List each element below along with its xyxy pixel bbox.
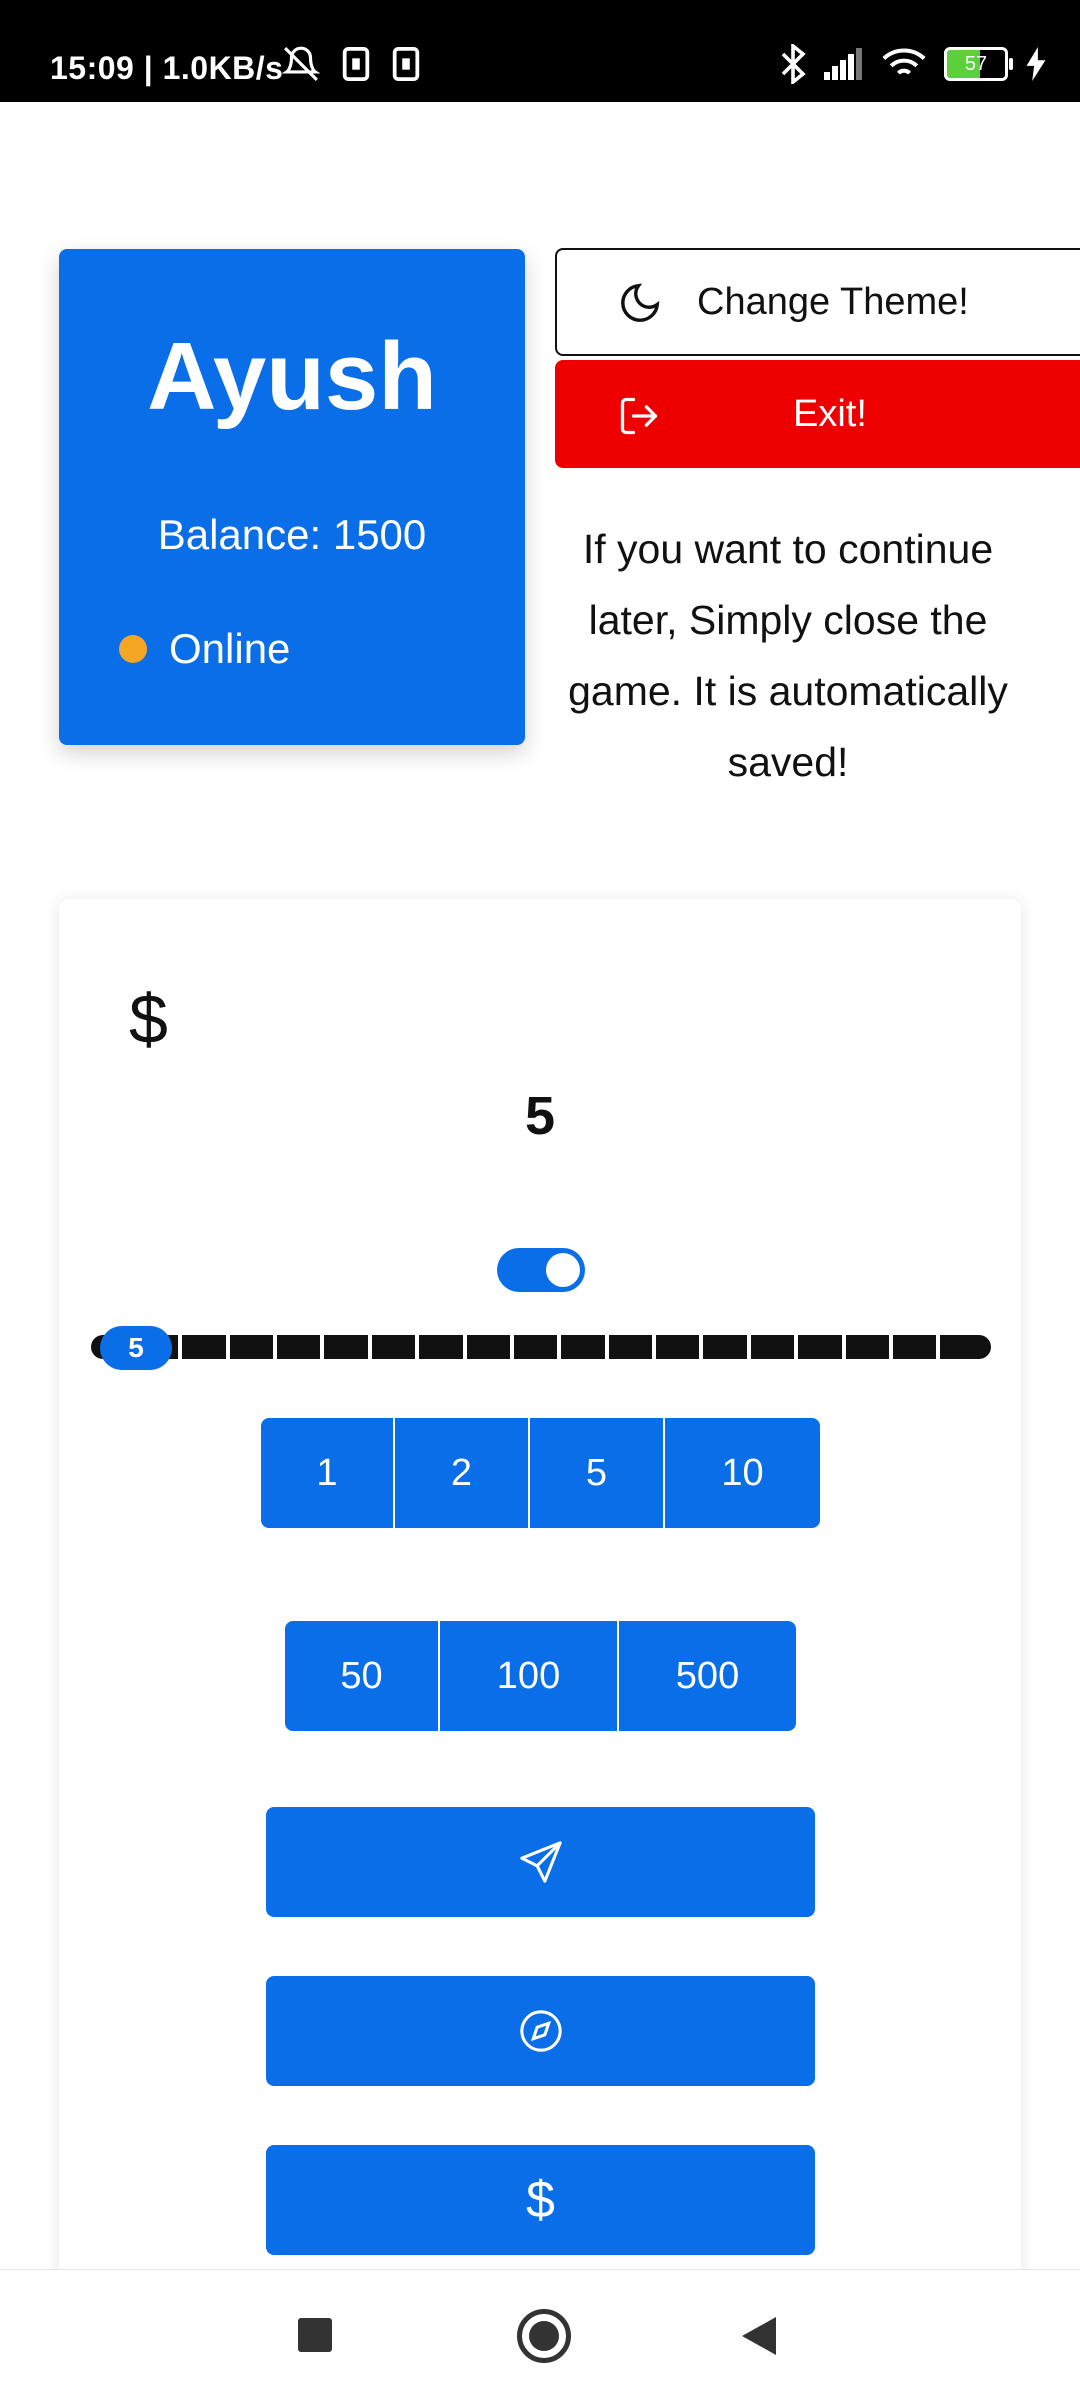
- slider-tick: [415, 1335, 419, 1359]
- bet-slider-track[interactable]: [91, 1335, 991, 1359]
- send-icon: [519, 1841, 562, 1883]
- balance-label: Balance: 1500: [157, 511, 427, 558]
- chip-button-2[interactable]: 2: [395, 1418, 530, 1528]
- explore-button[interactable]: [266, 1976, 815, 2086]
- change-theme-label: Change Theme!: [697, 281, 969, 323]
- online-status: Online: [119, 625, 290, 673]
- slider-tick: [178, 1335, 182, 1359]
- slider-tick: [652, 1335, 656, 1359]
- status-dot: [119, 635, 147, 663]
- slider-tick: [794, 1335, 798, 1359]
- chip-button-5[interactable]: 5: [530, 1418, 665, 1528]
- change-theme-button[interactable]: Change Theme!: [555, 248, 1080, 356]
- wifi-icon: [882, 48, 926, 75]
- slider-tick: [936, 1335, 940, 1359]
- battery-icon: 57: [944, 47, 1013, 81]
- slider-tick: [605, 1335, 609, 1359]
- status-right-icons: 57: [780, 42, 1046, 86]
- slider-tick: [226, 1335, 230, 1359]
- slider-tick: [889, 1335, 893, 1359]
- send-button[interactable]: [266, 1807, 815, 1917]
- player-name: Ayush: [147, 323, 437, 430]
- slider-tick: [510, 1335, 514, 1359]
- slider-tick: [463, 1335, 467, 1359]
- exit-button[interactable]: Exit!: [555, 360, 1080, 468]
- chip-button-1[interactable]: 1: [261, 1418, 395, 1528]
- toggle-knob: [546, 1253, 580, 1287]
- slider-tick: [557, 1335, 561, 1359]
- compass-icon: [519, 2010, 562, 2052]
- notification-icon: [342, 47, 370, 81]
- status-text: Online: [169, 625, 291, 672]
- chip-group-small: 1 2 5 10: [261, 1418, 820, 1528]
- status-bar: 15:09 | 1.0KB/s 57: [0, 0, 1080, 102]
- slider-tick: [273, 1335, 277, 1359]
- mute-icon: [282, 46, 320, 81]
- slider-tick: [320, 1335, 324, 1359]
- bet-value: 5: [524, 1086, 556, 1146]
- moon-icon: [621, 283, 660, 322]
- logout-icon: [620, 397, 658, 435]
- profile-card: Ayush Balance: 1500 Online: [59, 249, 525, 745]
- chip-button-100[interactable]: 100: [440, 1621, 619, 1731]
- status-left-icons: [282, 44, 420, 84]
- chip-button-10[interactable]: 10: [665, 1418, 820, 1528]
- bluetooth-icon: [781, 44, 806, 84]
- back-button[interactable]: [742, 2317, 776, 2355]
- home-button[interactable]: [517, 2309, 571, 2363]
- chip-button-50[interactable]: 50: [285, 1621, 440, 1731]
- slider-tick: [842, 1335, 846, 1359]
- autosave-note: If you want to continue later, Simply cl…: [568, 526, 1008, 785]
- chip-button-500[interactable]: 500: [619, 1621, 796, 1731]
- dollar-icon: $: [526, 2171, 555, 2229]
- bet-toggle[interactable]: [497, 1248, 585, 1292]
- status-time: 15:09 | 1.0KB/s: [50, 49, 284, 86]
- cashout-button[interactable]: $: [266, 2145, 815, 2255]
- slider-tick: [699, 1335, 703, 1359]
- recent-apps-button[interactable]: [298, 2318, 332, 2352]
- slider-tick: [747, 1335, 751, 1359]
- notification-icon: [392, 47, 420, 81]
- chip-group-large: 50 100 500: [285, 1621, 796, 1731]
- signal-icon: [824, 48, 862, 80]
- charging-icon: [1026, 47, 1046, 81]
- dollar-icon: $: [129, 980, 168, 1058]
- bet-slider-thumb[interactable]: 5: [100, 1326, 172, 1370]
- exit-label: Exit!: [793, 393, 867, 435]
- system-navigation-bar: [0, 2269, 1080, 2401]
- betting-panel: $ 5 5 1 2 5 10 50 100 500 $: [59, 899, 1021, 2299]
- slider-tick: [368, 1335, 372, 1359]
